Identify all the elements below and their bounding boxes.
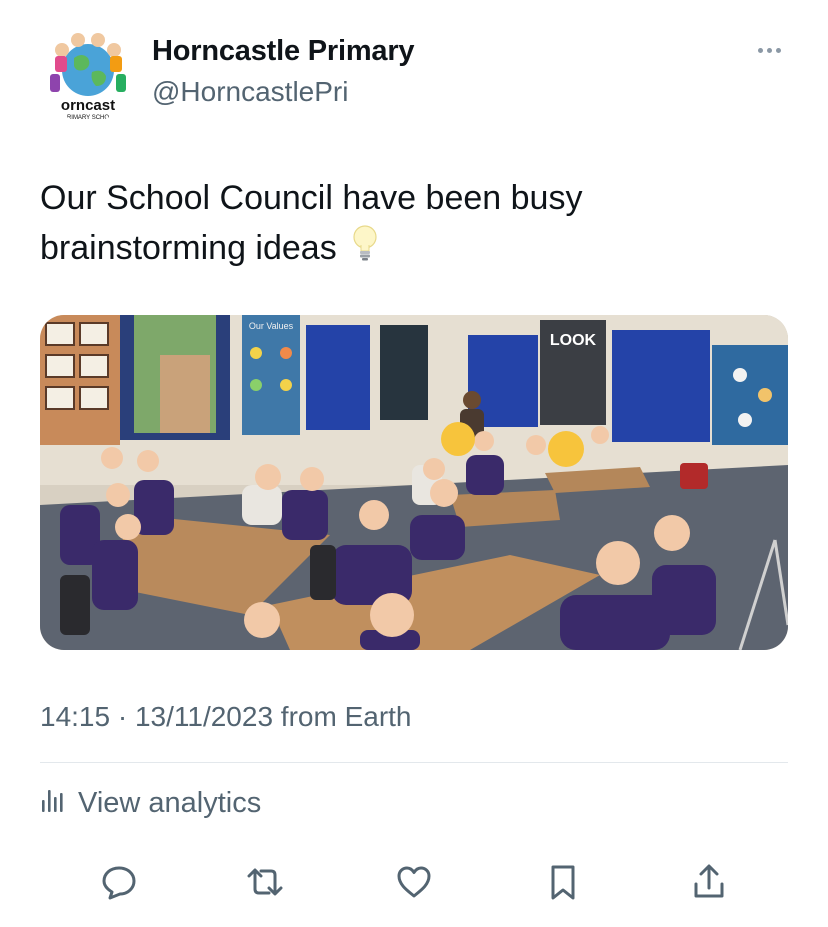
heart-icon[interactable] (392, 860, 436, 904)
reply-icon[interactable] (97, 860, 141, 904)
user-handle[interactable]: @HorncastlePri (152, 76, 348, 108)
logo-text-top: orncast (61, 97, 115, 114)
tweet-timestamp[interactable]: 14:15 · 13/11/2023 from Earth (40, 701, 412, 733)
tweet-photo[interactable]: Our Values LOOK (40, 315, 788, 650)
display-name[interactable]: Horncastle Primary (152, 35, 415, 68)
profile-avatar[interactable]: orncast RIMARY SCHO (40, 26, 136, 122)
school-logo: orncast RIMARY SCHO (40, 26, 136, 122)
tweet-body: Our School Council have been busy brains… (40, 179, 583, 267)
logo-text-bottom: RIMARY SCHO (67, 115, 109, 121)
values-board-title: Our Values (249, 321, 294, 331)
share-icon[interactable] (687, 860, 731, 904)
look-board-title: LOOK (550, 332, 597, 349)
tweet-text: Our School Council have been busy brains… (40, 173, 740, 275)
view-analytics-label: View analytics (78, 787, 262, 819)
divider (40, 762, 788, 763)
retweet-icon[interactable] (243, 860, 287, 904)
bar-chart-icon (40, 787, 66, 820)
view-analytics-link[interactable]: View analytics (40, 787, 261, 820)
dot (766, 47, 772, 53)
dot (757, 47, 763, 53)
light-bulb-icon (352, 225, 378, 275)
dot (775, 47, 781, 53)
more-options-icon[interactable] (752, 40, 786, 60)
classroom-photo: Our Values LOOK (40, 315, 788, 650)
bookmark-icon[interactable] (541, 860, 585, 904)
